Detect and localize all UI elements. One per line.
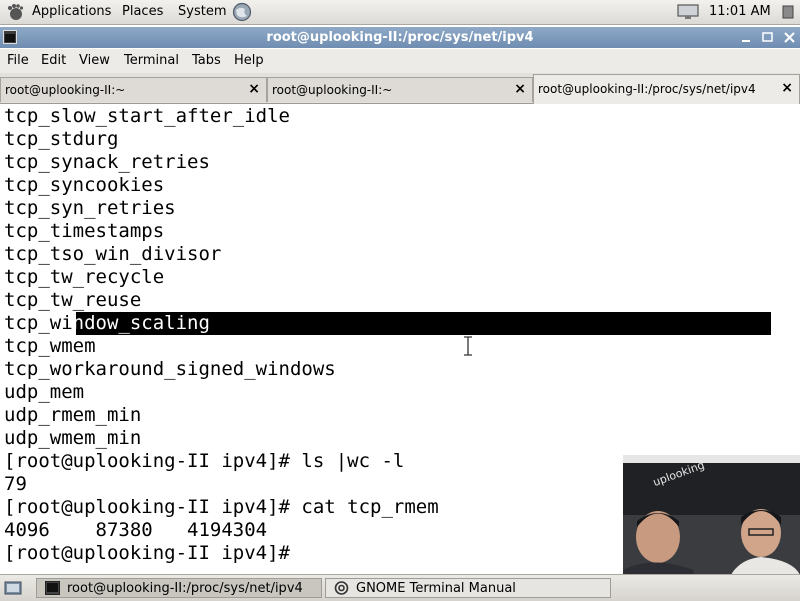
minimize-icon[interactable] bbox=[739, 30, 754, 45]
terminal-line: [root@uplooking-II ipv4]# bbox=[4, 542, 290, 564]
selection-prefix: tcp_wi bbox=[4, 312, 73, 334]
terminal-line: tcp_synack_retries bbox=[4, 151, 210, 173]
terminal-line: udp_wmem_min bbox=[4, 427, 142, 449]
terminal-line: tcp_workaround_signed_windows bbox=[4, 358, 336, 380]
taskbar-help-label: GNOME Terminal Manual bbox=[356, 581, 516, 596]
terminal-line: tcp_tw_recycle bbox=[4, 266, 165, 288]
tab-bar: root@uplooking-II:~ × root@uplooking-II:… bbox=[0, 73, 800, 104]
tab-2-label: root@uplooking-II:~ bbox=[272, 83, 393, 97]
tab-1-close-icon[interactable]: × bbox=[248, 81, 260, 97]
terminal-line: tcp_stdurg bbox=[4, 128, 119, 150]
terminal-line: tcp_syncookies bbox=[4, 174, 165, 196]
terminal-line: tcp_timestamps bbox=[4, 220, 165, 242]
terminal-line: tcp_slow_start_after_idle bbox=[4, 105, 290, 127]
terminal-line: 79 bbox=[4, 473, 27, 495]
terminal-line: tcp_wmem bbox=[4, 335, 96, 357]
top-panel: Applications Places System 11:01 AM bbox=[0, 0, 800, 25]
terminal-line: [root@uplooking-II ipv4]# ls |wc -l bbox=[4, 450, 405, 472]
display-icon[interactable] bbox=[677, 4, 699, 20]
tab-2[interactable]: root@uplooking-II:~ × bbox=[267, 77, 533, 102]
menubar: File Edit View Terminal Tabs Help bbox=[0, 49, 800, 73]
tab-3-label: root@uplooking-II:/proc/sys/net/ipv4 bbox=[538, 82, 756, 96]
tab-1-label: root@uplooking-II:~ bbox=[5, 83, 126, 97]
applications-menu[interactable]: Applications bbox=[32, 4, 111, 19]
close-icon[interactable] bbox=[782, 30, 797, 45]
terminal-line: 4096 87380 4194304 bbox=[4, 519, 268, 541]
show-desktop-icon[interactable] bbox=[4, 579, 22, 597]
terminal-line: udp_rmem_min bbox=[4, 404, 142, 426]
menu-tabs[interactable]: Tabs bbox=[192, 53, 221, 68]
taskbar-terminal-label: root@uplooking-II:/proc/sys/net/ipv4 bbox=[67, 581, 303, 596]
window-title: root@uplooking-II:/proc/sys/net/ipv4 bbox=[266, 30, 534, 45]
window-titlebar[interactable]: root@uplooking-II:/proc/sys/net/ipv4 bbox=[0, 27, 800, 48]
help-icon bbox=[334, 581, 349, 595]
menu-file[interactable]: File bbox=[7, 53, 29, 68]
text-cursor-icon bbox=[464, 336, 472, 356]
clock[interactable]: 11:01 AM bbox=[709, 4, 771, 19]
tab-3-active[interactable]: root@uplooking-II:/proc/sys/net/ipv4 × bbox=[533, 74, 800, 104]
terminal-line: [root@uplooking-II ipv4]# cat tcp_rmem bbox=[4, 496, 439, 518]
tab-3-close-icon[interactable]: × bbox=[781, 80, 793, 96]
selected-text: ndow_scaling bbox=[72, 312, 210, 334]
terminal-icon bbox=[45, 581, 60, 595]
taskbar-help[interactable]: GNOME Terminal Manual bbox=[325, 578, 611, 598]
logout-icon[interactable] bbox=[782, 5, 794, 19]
terminal-line: tcp_syn_retries bbox=[4, 197, 176, 219]
bottom-panel: root@uplooking-II:/proc/sys/net/ipv4 GNO… bbox=[0, 574, 800, 601]
menu-view[interactable]: View bbox=[79, 53, 110, 68]
menu-terminal[interactable]: Terminal bbox=[124, 53, 179, 68]
places-menu[interactable]: Places bbox=[122, 4, 163, 19]
menu-help[interactable]: Help bbox=[234, 53, 264, 68]
taskbar-terminal[interactable]: root@uplooking-II:/proc/sys/net/ipv4 bbox=[36, 578, 322, 598]
tab-2-close-icon[interactable]: × bbox=[514, 81, 526, 97]
gnome-foot-icon[interactable] bbox=[6, 3, 24, 21]
terminal-line-selected: tcp_window_scaling bbox=[4, 312, 210, 335]
web-browser-icon[interactable] bbox=[232, 2, 252, 22]
system-menu[interactable]: System bbox=[178, 4, 226, 19]
terminal-line: udp_mem bbox=[4, 381, 85, 403]
menu-edit[interactable]: Edit bbox=[41, 53, 66, 68]
tab-1[interactable]: root@uplooking-II:~ × bbox=[0, 77, 267, 102]
terminal-line: tcp_tw_reuse bbox=[4, 289, 142, 311]
terminal-line: tcp_tso_win_divisor bbox=[4, 243, 222, 265]
maximize-icon[interactable] bbox=[760, 30, 775, 45]
